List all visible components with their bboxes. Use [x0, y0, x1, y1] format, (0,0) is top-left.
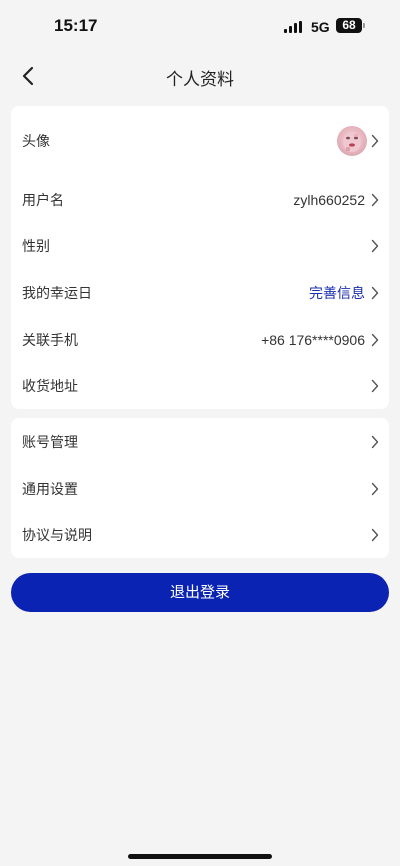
- status-time: 15:17: [54, 16, 98, 35]
- chevron-right-icon: [371, 286, 379, 300]
- chevron-right-icon: [371, 435, 379, 449]
- chevron-right-icon: [371, 193, 379, 207]
- chevron-right-icon: [371, 528, 379, 542]
- row-agreements[interactable]: 协议与说明: [11, 512, 389, 558]
- row-address[interactable]: 收货地址: [11, 363, 389, 409]
- home-indicator[interactable]: [128, 854, 272, 859]
- row-label: 关联手机: [22, 332, 78, 348]
- row-label: 我的幸运日: [22, 285, 92, 301]
- battery-icon: 68: [336, 18, 362, 33]
- logout-button[interactable]: 退出登录: [11, 573, 389, 612]
- row-label: 通用设置: [22, 481, 78, 497]
- row-label: 用户名: [22, 192, 64, 208]
- chevron-right-icon: [371, 379, 379, 393]
- avatar: [337, 126, 367, 156]
- row-general-settings[interactable]: 通用设置: [11, 466, 389, 512]
- row-lucky-day[interactable]: 我的幸运日 完善信息: [11, 270, 389, 316]
- row-label: 协议与说明: [22, 527, 92, 543]
- row-account-management[interactable]: 账号管理: [11, 419, 389, 465]
- row-label: 账号管理: [22, 434, 78, 450]
- nav-bar: 个人资料: [0, 54, 400, 98]
- row-phone[interactable]: 关联手机 +86 176****0906: [11, 317, 389, 363]
- chevron-right-icon: [371, 134, 379, 148]
- phone-value: +86 176****0906: [261, 332, 365, 348]
- settings-card: 账号管理 通用设置 协议与说明: [11, 418, 389, 558]
- profile-card: 头像 用户名 zylh660252 性别 我的幸运日 完善信息 关联手机 +86…: [11, 106, 389, 409]
- chevron-right-icon: [371, 239, 379, 253]
- row-label: 性别: [22, 238, 50, 254]
- network-type: 5G: [311, 19, 330, 35]
- row-username[interactable]: 用户名 zylh660252: [11, 177, 389, 223]
- row-label: 收货地址: [22, 378, 78, 394]
- signal-icon: [284, 21, 304, 33]
- row-label: 头像: [22, 133, 50, 149]
- chevron-right-icon: [371, 482, 379, 496]
- row-avatar[interactable]: 头像: [11, 118, 389, 164]
- complete-info-link[interactable]: 完善信息: [309, 283, 365, 303]
- page-title: 个人资料: [166, 70, 234, 89]
- status-bar: 15:17 5G 68: [0, 0, 400, 54]
- battery-tip: [363, 23, 365, 28]
- username-value: zylh660252: [293, 192, 365, 208]
- row-gender[interactable]: 性别: [11, 223, 389, 269]
- chevron-right-icon: [371, 333, 379, 347]
